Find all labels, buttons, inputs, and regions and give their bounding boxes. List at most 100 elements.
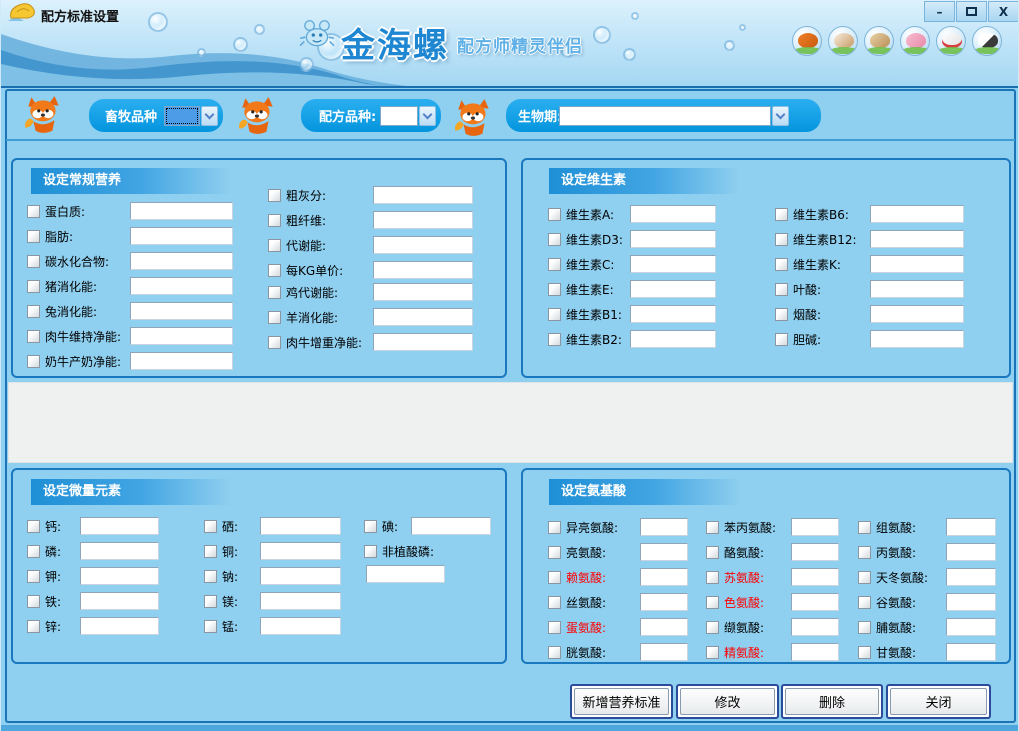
field-value-input[interactable]: [373, 236, 473, 254]
field-value-input[interactable]: [80, 567, 159, 585]
livestock-combobox[interactable]: [164, 106, 218, 126]
field-value-input[interactable]: [640, 518, 688, 536]
field-value-input[interactable]: [870, 230, 964, 248]
chevron-down-icon[interactable]: [772, 106, 789, 126]
field-checkbox[interactable]: [548, 308, 561, 321]
field-value-input[interactable]: [130, 277, 233, 295]
cow-badge-icon[interactable]: [972, 26, 1002, 56]
field-value-input[interactable]: [130, 352, 233, 370]
field-value-input[interactable]: [946, 568, 996, 586]
field-value-input[interactable]: [80, 592, 159, 610]
minimize-button[interactable]: –: [924, 1, 955, 22]
field-checkbox[interactable]: [27, 545, 40, 558]
field-value-input[interactable]: [640, 543, 688, 561]
field-checkbox[interactable]: [706, 571, 719, 584]
field-value-input[interactable]: [870, 255, 964, 273]
field-value-input[interactable]: [366, 565, 445, 583]
field-value-input[interactable]: [130, 302, 233, 320]
field-checkbox[interactable]: [27, 230, 40, 243]
field-value-input[interactable]: [260, 517, 341, 535]
livestock-combobox-value[interactable]: [164, 106, 200, 126]
field-value-input[interactable]: [130, 202, 233, 220]
field-checkbox[interactable]: [27, 620, 40, 633]
field-checkbox[interactable]: [548, 258, 561, 271]
field-checkbox[interactable]: [268, 311, 281, 324]
field-value-input[interactable]: [946, 593, 996, 611]
field-value-input[interactable]: [80, 517, 159, 535]
field-checkbox[interactable]: [268, 336, 281, 349]
field-checkbox[interactable]: [204, 620, 217, 633]
field-checkbox[interactable]: [548, 283, 561, 296]
field-checkbox[interactable]: [204, 545, 217, 558]
field-value-input[interactable]: [260, 592, 341, 610]
field-value-input[interactable]: [791, 518, 839, 536]
formula-combobox[interactable]: [380, 106, 436, 126]
field-value-input[interactable]: [373, 211, 473, 229]
field-value-input[interactable]: [640, 643, 688, 661]
field-checkbox[interactable]: [548, 233, 561, 246]
field-value-input[interactable]: [640, 618, 688, 636]
field-checkbox[interactable]: [548, 208, 561, 221]
field-checkbox[interactable]: [775, 283, 788, 296]
maximize-button[interactable]: [956, 1, 987, 22]
biophase-combobox[interactable]: [559, 106, 789, 126]
field-checkbox[interactable]: [268, 264, 281, 277]
field-value-input[interactable]: [630, 280, 716, 298]
chicken-badge-icon[interactable]: [936, 26, 966, 56]
fox-badge-icon[interactable]: [792, 26, 822, 56]
close-button[interactable]: 关闭: [886, 684, 991, 719]
field-checkbox[interactable]: [268, 189, 281, 202]
field-value-input[interactable]: [373, 308, 473, 326]
field-value-input[interactable]: [946, 618, 996, 636]
field-value-input[interactable]: [946, 543, 996, 561]
field-checkbox[interactable]: [858, 596, 871, 609]
field-checkbox[interactable]: [775, 308, 788, 321]
field-value-input[interactable]: [870, 305, 964, 323]
field-value-input[interactable]: [791, 643, 839, 661]
field-value-input[interactable]: [373, 261, 473, 279]
field-checkbox[interactable]: [775, 208, 788, 221]
field-value-input[interactable]: [630, 205, 716, 223]
field-value-input[interactable]: [791, 543, 839, 561]
field-checkbox[interactable]: [548, 596, 561, 609]
field-checkbox[interactable]: [706, 621, 719, 634]
chevron-down-icon[interactable]: [201, 106, 218, 126]
field-value-input[interactable]: [373, 333, 473, 351]
field-checkbox[interactable]: [548, 621, 561, 634]
field-checkbox[interactable]: [775, 233, 788, 246]
field-value-input[interactable]: [260, 542, 341, 560]
field-value-input[interactable]: [130, 227, 233, 245]
field-checkbox[interactable]: [706, 546, 719, 559]
field-value-input[interactable]: [870, 205, 964, 223]
field-value-input[interactable]: [411, 517, 491, 535]
field-value-input[interactable]: [630, 330, 716, 348]
field-value-input[interactable]: [640, 568, 688, 586]
goat-badge-icon[interactable]: [864, 26, 894, 56]
field-checkbox[interactable]: [858, 521, 871, 534]
add-nutrition-standard-button[interactable]: 新增营养标准: [570, 684, 673, 719]
field-checkbox[interactable]: [775, 333, 788, 346]
field-checkbox[interactable]: [204, 520, 217, 533]
field-checkbox[interactable]: [204, 570, 217, 583]
field-checkbox[interactable]: [268, 286, 281, 299]
field-checkbox[interactable]: [858, 621, 871, 634]
field-value-input[interactable]: [630, 230, 716, 248]
field-checkbox[interactable]: [858, 546, 871, 559]
biophase-combobox-value[interactable]: [559, 106, 771, 126]
field-checkbox[interactable]: [27, 520, 40, 533]
field-value-input[interactable]: [130, 327, 233, 345]
rabbit-badge-icon[interactable]: [828, 26, 858, 56]
field-value-input[interactable]: [373, 186, 473, 204]
field-value-input[interactable]: [130, 252, 233, 270]
field-checkbox[interactable]: [548, 546, 561, 559]
field-checkbox[interactable]: [27, 205, 40, 218]
field-checkbox[interactable]: [27, 330, 40, 343]
field-checkbox[interactable]: [858, 571, 871, 584]
field-checkbox[interactable]: [27, 570, 40, 583]
delete-button[interactable]: 删除: [781, 684, 883, 719]
field-checkbox[interactable]: [706, 646, 719, 659]
chevron-down-icon[interactable]: [419, 106, 436, 126]
field-value-input[interactable]: [870, 330, 964, 348]
field-value-input[interactable]: [260, 617, 341, 635]
field-checkbox[interactable]: [268, 239, 281, 252]
